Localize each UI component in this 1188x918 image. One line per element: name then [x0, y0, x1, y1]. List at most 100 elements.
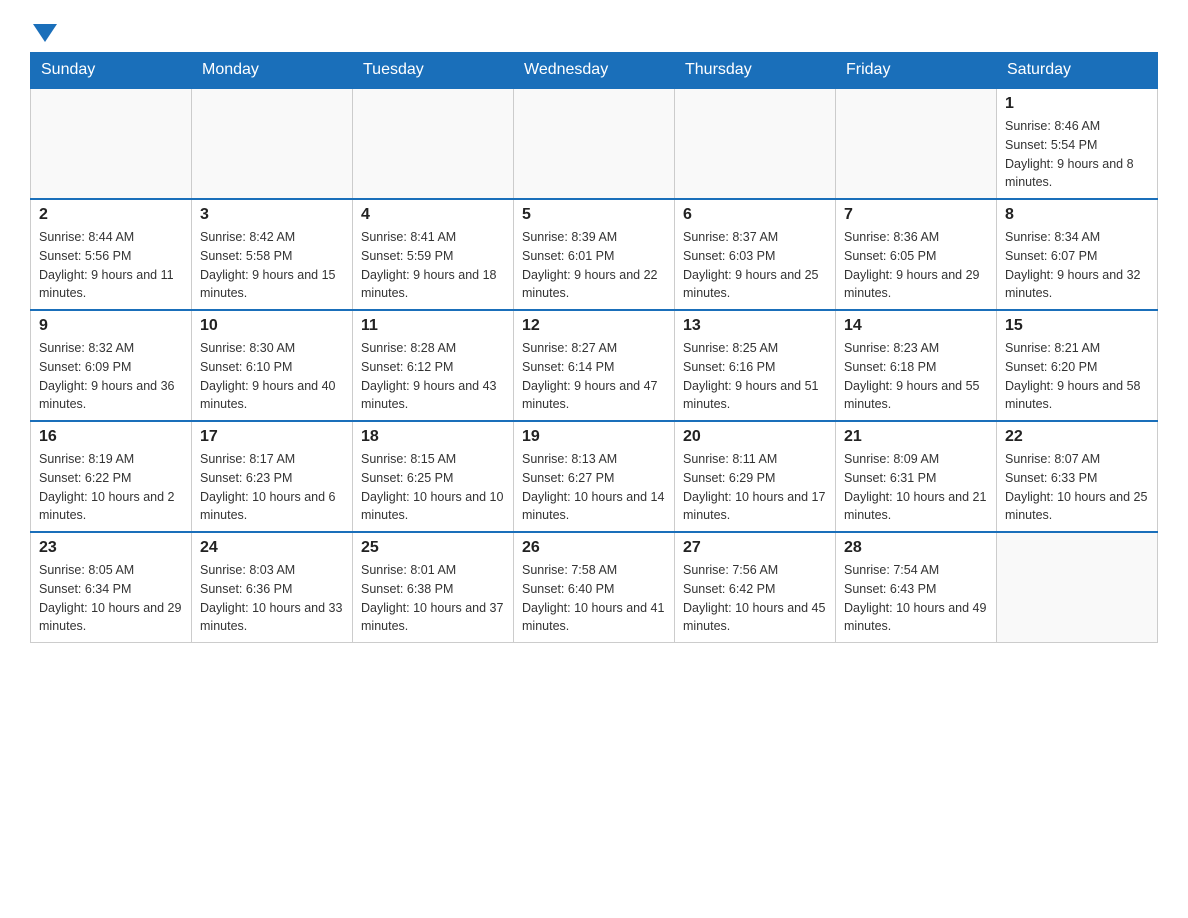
day-info: Sunrise: 8:13 AMSunset: 6:27 PMDaylight:… — [522, 450, 666, 525]
weekday-header-thursday: Thursday — [675, 53, 836, 89]
calendar-cell: 13 Sunrise: 8:25 AMSunset: 6:16 PMDayligh… — [675, 310, 836, 421]
day-info: Sunrise: 8:25 AMSunset: 6:16 PMDaylight:… — [683, 339, 827, 414]
day-number: 2 — [39, 206, 183, 224]
day-info: Sunrise: 8:03 AMSunset: 6:36 PMDaylight:… — [200, 561, 344, 636]
weekday-header-monday: Monday — [192, 53, 353, 89]
day-info: Sunrise: 8:41 AMSunset: 5:59 PMDaylight:… — [361, 228, 505, 303]
calendar-cell: 8 Sunrise: 8:34 AMSunset: 6:07 PMDaylight… — [997, 199, 1158, 310]
day-number: 14 — [844, 317, 988, 335]
day-info: Sunrise: 8:42 AMSunset: 5:58 PMDaylight:… — [200, 228, 344, 303]
day-info: Sunrise: 7:56 AMSunset: 6:42 PMDaylight:… — [683, 561, 827, 636]
day-number: 11 — [361, 317, 505, 335]
calendar-week-row: 16 Sunrise: 8:19 AMSunset: 6:22 PMDayligh… — [31, 421, 1158, 532]
calendar-cell — [997, 532, 1158, 643]
calendar-cell: 16 Sunrise: 8:19 AMSunset: 6:22 PMDayligh… — [31, 421, 192, 532]
calendar-week-row: 1 Sunrise: 8:46 AMSunset: 5:54 PMDaylight… — [31, 88, 1158, 199]
day-number: 6 — [683, 206, 827, 224]
day-info: Sunrise: 8:36 AMSunset: 6:05 PMDaylight:… — [844, 228, 988, 303]
day-number: 4 — [361, 206, 505, 224]
day-info: Sunrise: 8:27 AMSunset: 6:14 PMDaylight:… — [522, 339, 666, 414]
day-number: 25 — [361, 539, 505, 557]
day-number: 15 — [1005, 317, 1149, 335]
calendar-cell: 11 Sunrise: 8:28 AMSunset: 6:12 PMDayligh… — [353, 310, 514, 421]
calendar-cell — [192, 88, 353, 199]
logo-arrow-icon — [33, 24, 57, 42]
day-info: Sunrise: 8:32 AMSunset: 6:09 PMDaylight:… — [39, 339, 183, 414]
day-info: Sunrise: 8:17 AMSunset: 6:23 PMDaylight:… — [200, 450, 344, 525]
calendar-cell: 5 Sunrise: 8:39 AMSunset: 6:01 PMDaylight… — [514, 199, 675, 310]
day-info: Sunrise: 8:39 AMSunset: 6:01 PMDaylight:… — [522, 228, 666, 303]
calendar-cell: 27 Sunrise: 7:56 AMSunset: 6:42 PMDayligh… — [675, 532, 836, 643]
calendar-cell: 14 Sunrise: 8:23 AMSunset: 6:18 PMDayligh… — [836, 310, 997, 421]
calendar-cell: 24 Sunrise: 8:03 AMSunset: 6:36 PMDayligh… — [192, 532, 353, 643]
calendar-cell: 2Sunrise: 8:44 AMSunset: 5:56 PMDaylight… — [31, 199, 192, 310]
day-info: Sunrise: 8:19 AMSunset: 6:22 PMDaylight:… — [39, 450, 183, 525]
day-number: 23 — [39, 539, 183, 557]
day-number: 26 — [522, 539, 666, 557]
weekday-header-wednesday: Wednesday — [514, 53, 675, 89]
day-number: 21 — [844, 428, 988, 446]
header — [30, 20, 1158, 42]
day-number: 12 — [522, 317, 666, 335]
day-info: Sunrise: 8:15 AMSunset: 6:25 PMDaylight:… — [361, 450, 505, 525]
weekday-header-sunday: Sunday — [31, 53, 192, 89]
day-info: Sunrise: 7:54 AMSunset: 6:43 PMDaylight:… — [844, 561, 988, 636]
calendar-cell: 6 Sunrise: 8:37 AMSunset: 6:03 PMDaylight… — [675, 199, 836, 310]
calendar-cell: 17 Sunrise: 8:17 AMSunset: 6:23 PMDayligh… — [192, 421, 353, 532]
calendar-cell: 25 Sunrise: 8:01 AMSunset: 6:38 PMDayligh… — [353, 532, 514, 643]
calendar-week-row: 23Sunrise: 8:05 AMSunset: 6:34 PMDayligh… — [31, 532, 1158, 643]
calendar-cell: 4 Sunrise: 8:41 AMSunset: 5:59 PMDaylight… — [353, 199, 514, 310]
calendar-cell — [353, 88, 514, 199]
calendar-cell: 7 Sunrise: 8:36 AMSunset: 6:05 PMDaylight… — [836, 199, 997, 310]
day-info: Sunrise: 8:28 AMSunset: 6:12 PMDaylight:… — [361, 339, 505, 414]
calendar-cell: 23Sunrise: 8:05 AMSunset: 6:34 PMDayligh… — [31, 532, 192, 643]
day-number: 1 — [1005, 95, 1149, 113]
day-info: Sunrise: 8:37 AMSunset: 6:03 PMDaylight:… — [683, 228, 827, 303]
day-info: Sunrise: 8:23 AMSunset: 6:18 PMDaylight:… — [844, 339, 988, 414]
day-number: 20 — [683, 428, 827, 446]
calendar-cell — [514, 88, 675, 199]
calendar-cell: 9Sunrise: 8:32 AMSunset: 6:09 PMDaylight… — [31, 310, 192, 421]
day-number: 8 — [1005, 206, 1149, 224]
calendar-cell: 20 Sunrise: 8:11 AMSunset: 6:29 PMDayligh… — [675, 421, 836, 532]
day-number: 3 — [200, 206, 344, 224]
day-number: 7 — [844, 206, 988, 224]
day-info: Sunrise: 8:07 AMSunset: 6:33 PMDaylight:… — [1005, 450, 1149, 525]
calendar-cell: 3 Sunrise: 8:42 AMSunset: 5:58 PMDaylight… — [192, 199, 353, 310]
calendar-table: SundayMondayTuesdayWednesdayThursdayFrid… — [30, 52, 1158, 643]
day-number: 24 — [200, 539, 344, 557]
calendar-week-row: 9Sunrise: 8:32 AMSunset: 6:09 PMDaylight… — [31, 310, 1158, 421]
day-number: 27 — [683, 539, 827, 557]
calendar-cell: 19 Sunrise: 8:13 AMSunset: 6:27 PMDayligh… — [514, 421, 675, 532]
day-number: 17 — [200, 428, 344, 446]
calendar-header-row: SundayMondayTuesdayWednesdayThursdayFrid… — [31, 53, 1158, 89]
day-info: Sunrise: 7:58 AMSunset: 6:40 PMDaylight:… — [522, 561, 666, 636]
calendar-cell: 22 Sunrise: 8:07 AMSunset: 6:33 PMDayligh… — [997, 421, 1158, 532]
day-number: 22 — [1005, 428, 1149, 446]
day-info: Sunrise: 8:46 AMSunset: 5:54 PMDaylight:… — [1005, 117, 1149, 192]
calendar-cell: 26 Sunrise: 7:58 AMSunset: 6:40 PMDayligh… — [514, 532, 675, 643]
calendar-cell — [675, 88, 836, 199]
calendar-cell: 28 Sunrise: 7:54 AMSunset: 6:43 PMDayligh… — [836, 532, 997, 643]
calendar-cell: 12 Sunrise: 8:27 AMSunset: 6:14 PMDayligh… — [514, 310, 675, 421]
day-info: Sunrise: 8:09 AMSunset: 6:31 PMDaylight:… — [844, 450, 988, 525]
day-number: 18 — [361, 428, 505, 446]
weekday-header-friday: Friday — [836, 53, 997, 89]
day-info: Sunrise: 8:34 AMSunset: 6:07 PMDaylight:… — [1005, 228, 1149, 303]
weekday-header-saturday: Saturday — [997, 53, 1158, 89]
day-number: 5 — [522, 206, 666, 224]
day-info: Sunrise: 8:30 AMSunset: 6:10 PMDaylight:… — [200, 339, 344, 414]
calendar-cell: 21 Sunrise: 8:09 AMSunset: 6:31 PMDayligh… — [836, 421, 997, 532]
calendar-cell: 10Sunrise: 8:30 AMSunset: 6:10 PMDayligh… — [192, 310, 353, 421]
calendar-cell: 15Sunrise: 8:21 AMSunset: 6:20 PMDayligh… — [997, 310, 1158, 421]
calendar-cell: 1 Sunrise: 8:46 AMSunset: 5:54 PMDaylight… — [997, 88, 1158, 199]
day-number: 16 — [39, 428, 183, 446]
calendar-cell: 18 Sunrise: 8:15 AMSunset: 6:25 PMDayligh… — [353, 421, 514, 532]
logo — [30, 20, 57, 42]
day-number: 28 — [844, 539, 988, 557]
day-number: 19 — [522, 428, 666, 446]
day-info: Sunrise: 8:01 AMSunset: 6:38 PMDaylight:… — [361, 561, 505, 636]
day-number: 13 — [683, 317, 827, 335]
day-info: Sunrise: 8:11 AMSunset: 6:29 PMDaylight:… — [683, 450, 827, 525]
weekday-header-tuesday: Tuesday — [353, 53, 514, 89]
